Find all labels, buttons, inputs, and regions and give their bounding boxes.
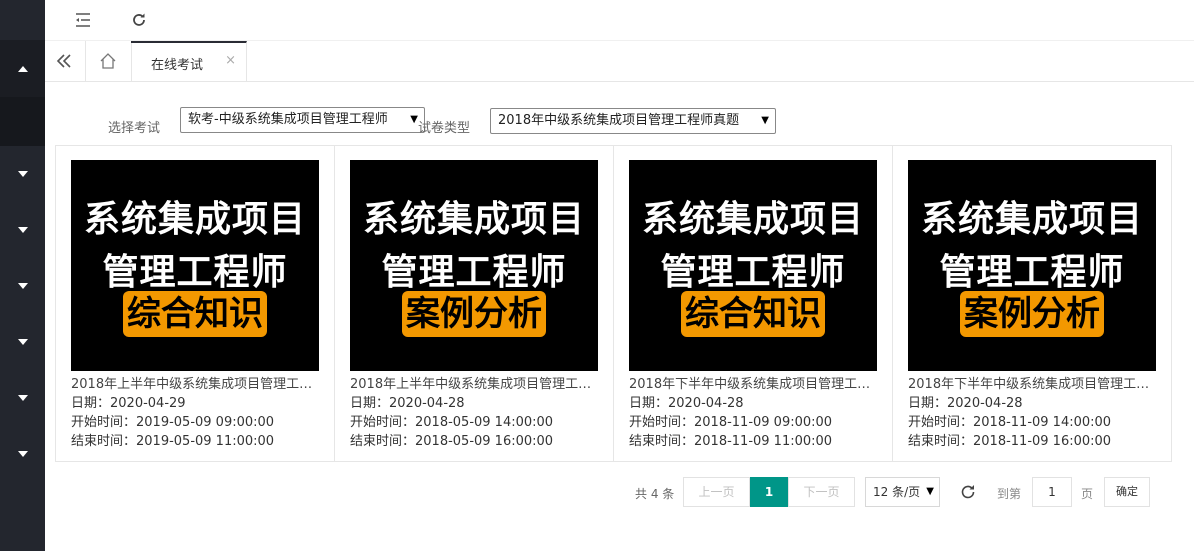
paper-type-value: 2018年中级系统集成项目管理工程师真题 xyxy=(498,113,740,128)
exam-start-time: 开始时间：2018-05-09 14:00:00 xyxy=(350,415,554,430)
sidebar-item-selected[interactable] xyxy=(0,97,45,146)
current-page[interactable]: 1 xyxy=(750,477,788,507)
confirm-button[interactable]: 确定 xyxy=(1104,477,1150,507)
dropdown-arrow-icon: ▼ xyxy=(926,486,934,497)
cover-badge: 综合知识 xyxy=(123,291,267,337)
exam-end-time: 结束时间：2018-11-09 11:00:00 xyxy=(629,434,833,449)
double-left-icon xyxy=(56,54,71,68)
exam-cover-image: 系统集成项目 管理工程师 综合知识 xyxy=(71,160,319,371)
page-size-select[interactable]: 12 条/页 ▼ xyxy=(865,477,940,507)
exam-cover-image: 系统集成项目 管理工程师 案例分析 xyxy=(350,160,598,371)
tab-label: 在线考试 xyxy=(151,58,204,73)
refresh-icon[interactable] xyxy=(958,482,978,502)
tab-home[interactable] xyxy=(85,41,132,81)
tab-online-exam[interactable]: 在线考试 × xyxy=(131,41,247,81)
exam-card[interactable]: 系统集成项目 管理工程师 综合知识 2018年上半年中级系统集成项目管理工程师综… xyxy=(55,145,335,462)
cover-badge: 案例分析 xyxy=(402,291,546,337)
caret-up-icon xyxy=(18,66,28,72)
menu-fold-icon[interactable] xyxy=(73,10,93,30)
dropdown-arrow-icon: ▼ xyxy=(761,115,769,126)
dropdown-arrow-icon: ▼ xyxy=(410,114,418,125)
exam-end-time: 结束时间：2018-05-09 16:00:00 xyxy=(350,434,554,449)
sidebar-caret-down-icon[interactable] xyxy=(18,451,28,457)
exam-select-label: 选择考试 xyxy=(108,121,161,136)
cover-line-2: 管理工程师 xyxy=(660,252,846,293)
exam-end-time: 结束时间：2019-05-09 11:00:00 xyxy=(71,434,275,449)
cover-line-2: 管理工程师 xyxy=(381,252,567,293)
exam-date: 日期：2020-04-29 xyxy=(71,396,186,411)
cover-line-1: 系统集成项目 xyxy=(920,199,1143,240)
next-page-button[interactable]: 下一页 xyxy=(788,477,855,507)
exam-cover-image: 系统集成项目 管理工程师 案例分析 xyxy=(908,160,1156,371)
top-bar xyxy=(45,0,1194,41)
paper-type-select[interactable]: 2018年中级系统集成项目管理工程师真题 ▼ xyxy=(490,108,776,134)
cover-badge: 综合知识 xyxy=(681,291,825,337)
exam-start-time: 开始时间：2018-11-09 14:00:00 xyxy=(908,415,1112,430)
exam-date: 日期：2020-04-28 xyxy=(350,396,465,411)
exam-card[interactable]: 系统集成项目 管理工程师 案例分析 2018年上半年中级系统集成项目管理工程师案… xyxy=(334,145,614,462)
cover-badge: 案例分析 xyxy=(960,291,1104,337)
tab-scroll-left-button[interactable] xyxy=(45,41,86,81)
tab-bar: 在线考试 × xyxy=(45,41,1194,82)
exam-title[interactable]: 2018年上半年中级系统集成项目管理工程师案例分析 xyxy=(350,373,598,392)
exam-select[interactable]: 软考-中级系统集成项目管理工程师 ▼ xyxy=(180,107,425,133)
sidebar-group-expanded[interactable] xyxy=(0,40,45,97)
sidebar-caret-down-icon[interactable] xyxy=(18,171,28,177)
exam-card[interactable]: 系统集成项目 管理工程师 案例分析 2018年下半年中级系统集成项目管理工程师案… xyxy=(892,145,1172,462)
exam-title[interactable]: 2018年下半年中级系统集成项目管理工程师综合知识 xyxy=(629,373,877,392)
cover-line-1: 系统集成项目 xyxy=(641,199,864,240)
sidebar-caret-down-icon[interactable] xyxy=(18,283,28,289)
sidebar-caret-down-icon[interactable] xyxy=(18,339,28,345)
exam-title[interactable]: 2018年上半年中级系统集成项目管理工程师综合知识 xyxy=(71,373,319,392)
cover-line-1: 系统集成项目 xyxy=(362,199,585,240)
page-unit-label: 页 xyxy=(1081,487,1094,501)
exam-card[interactable]: 系统集成项目 管理工程师 综合知识 2018年下半年中级系统集成项目管理工程师综… xyxy=(613,145,893,462)
exam-title[interactable]: 2018年下半年中级系统集成项目管理工程师案例分析 xyxy=(908,373,1156,392)
prev-page-button[interactable]: 上一页 xyxy=(683,477,750,507)
goto-page-input[interactable]: 1 xyxy=(1032,477,1072,507)
pager-total: 共 4 条 xyxy=(635,487,675,501)
exam-start-time: 开始时间：2019-05-09 09:00:00 xyxy=(71,415,275,430)
paper-type-label: 试卷类型 xyxy=(418,121,471,136)
exam-date: 日期：2020-04-28 xyxy=(908,396,1023,411)
refresh-icon[interactable] xyxy=(129,10,149,30)
exam-start-time: 开始时间：2018-11-09 09:00:00 xyxy=(629,415,833,430)
exam-date: 日期：2020-04-28 xyxy=(629,396,744,411)
cover-line-2: 管理工程师 xyxy=(102,252,288,293)
goto-label: 到第 xyxy=(997,487,1022,501)
sidebar-caret-down-icon[interactable] xyxy=(18,395,28,401)
cover-line-2: 管理工程师 xyxy=(939,252,1125,293)
close-icon[interactable]: × xyxy=(225,53,236,68)
exam-end-time: 结束时间：2018-11-09 16:00:00 xyxy=(908,434,1112,449)
sidebar-caret-down-icon[interactable] xyxy=(18,227,28,233)
exam-select-value: 软考-中级系统集成项目管理工程师 xyxy=(188,112,388,127)
home-icon xyxy=(100,53,116,69)
cover-line-1: 系统集成项目 xyxy=(83,199,306,240)
page-size-value: 12 条/页 xyxy=(873,485,921,499)
sidebar xyxy=(0,0,45,551)
exam-cover-image: 系统集成项目 管理工程师 综合知识 xyxy=(629,160,877,371)
